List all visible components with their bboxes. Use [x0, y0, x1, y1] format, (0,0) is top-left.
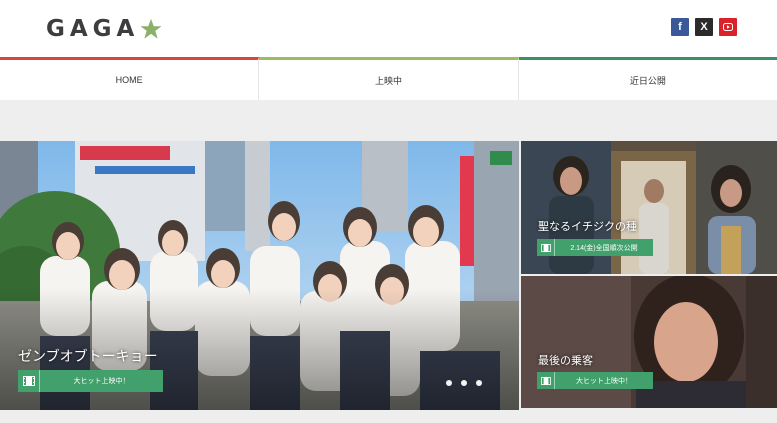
side-card-1-status-button[interactable]: 2.14(金)全国順次公開: [537, 239, 653, 256]
slider-dots: [446, 380, 482, 386]
film-icon: [18, 370, 40, 392]
hero-status-label: 大ヒット上映中！: [73, 378, 130, 385]
side-card-2-status-button[interactable]: 大ヒット上映中！: [537, 372, 653, 389]
nav-coming-soon-label: 近日公開: [629, 75, 666, 86]
youtube-icon[interactable]: [719, 18, 737, 36]
side-card-2-status-label: 大ヒット上映中！: [576, 377, 632, 385]
nav-home-label: HOME: [115, 75, 143, 85]
hero-title[interactable]: ゼンブオブトーキョー: [18, 346, 158, 366]
main-nav: HOME 上映中 近日公開: [0, 57, 777, 100]
logo-text: GAGA: [46, 16, 140, 42]
gaga-logo[interactable]: GAGA: [46, 16, 162, 42]
slider-dot[interactable]: [461, 380, 467, 386]
side-card-2-title[interactable]: 最後の乗客: [538, 352, 593, 368]
nav-now-showing[interactable]: 上映中: [259, 57, 519, 100]
slider-dot[interactable]: [476, 380, 482, 386]
nav-now-showing-label: 上映中: [374, 75, 402, 86]
side-card-2[interactable]: 最後の乗客 大ヒット上映中！: [521, 276, 777, 408]
nav-home[interactable]: HOME: [0, 57, 260, 100]
star-icon: [140, 18, 162, 39]
side-card-1-title[interactable]: 聖なるイチジクの種: [538, 218, 637, 234]
site-header: GAGA f X: [0, 0, 777, 57]
film-icon: [537, 372, 555, 389]
x-icon[interactable]: X: [695, 18, 713, 36]
side-card-1[interactable]: 聖なるイチジクの種 2.14(金)全国順次公開: [521, 141, 777, 274]
nav-coming-soon[interactable]: 近日公開: [518, 57, 777, 100]
slider-dot[interactable]: [446, 380, 452, 386]
hero-status-button[interactable]: 大ヒット上映中！: [18, 370, 163, 392]
social-links: f X: [671, 18, 737, 36]
side-card-1-status-label: 2.14(金)全国順次公開: [570, 244, 638, 252]
hero-slide[interactable]: ゼンブオブトーキョー 大ヒット上映中！: [0, 141, 519, 410]
facebook-icon[interactable]: f: [671, 18, 689, 36]
film-icon: [537, 239, 555, 256]
